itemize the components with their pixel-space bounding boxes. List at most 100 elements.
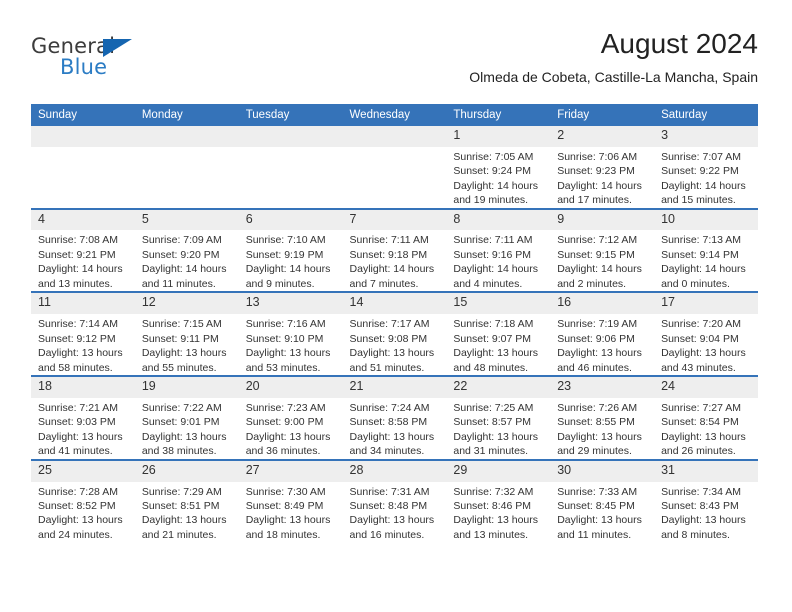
day-info-line: Daylight: 14 hours xyxy=(661,179,746,192)
day-info-line: Sunrise: 7:18 AM xyxy=(453,318,534,331)
page-header: General Blue August 2024 Olmeda de Cobet… xyxy=(31,28,758,100)
day-sun-info: Sunrise: 7:33 AM Sunset: 8:45 PM Daylight:… xyxy=(550,482,654,543)
day-info-line: Daylight: 13 hours xyxy=(453,430,539,443)
calendar-day-cell[interactable]: 5 Sunrise: 7:09 AM Sunset: 9:20 PM Daylight… xyxy=(134,207,239,293)
calendar-day-cell[interactable]: 8 Sunrise: 7:11 AM Sunset: 9:16 PM Daylight… xyxy=(446,207,551,293)
day-info-line: and 34 minutes. xyxy=(349,445,425,458)
day-number: 18 xyxy=(31,377,135,398)
day-info-line: Sunset: 8:54 PM xyxy=(661,416,739,429)
day-sun-info: Sunrise: 7:15 AM Sunset: 9:11 PM Daylight:… xyxy=(135,314,239,375)
calendar-day-cell[interactable]: 3 Sunrise: 7:07 AM Sunset: 9:22 PM Daylight… xyxy=(654,126,758,209)
day-info-line: and 16 minutes. xyxy=(349,528,425,541)
day-info-line: Daylight: 13 hours xyxy=(141,514,227,527)
calendar-day-cell[interactable]: 25 Sunrise: 7:28 AM Sunset: 8:52 PM Dayligh… xyxy=(31,458,135,543)
calendar-day-cell[interactable]: 16 Sunrise: 7:19 AM Sunset: 9:06 PM Dayligh… xyxy=(550,291,655,377)
day-number: 25 xyxy=(31,460,135,482)
calendar-day-cell[interactable]: 14 Sunrise: 7:17 AM Sunset: 9:08 PM Dayligh… xyxy=(342,291,447,377)
day-info-line: and 53 minutes. xyxy=(245,361,321,374)
calendar-day-cell[interactable]: 31 Sunrise: 7:34 AM Sunset: 8:43 PM Dayligh… xyxy=(654,458,758,543)
calendar-day-cell[interactable]: 4 Sunrise: 7:08 AM Sunset: 9:21 PM Daylight… xyxy=(31,207,135,293)
day-number: 14 xyxy=(342,293,447,315)
day-sun-info: Sunrise: 7:05 AM Sunset: 9:24 PM Daylight:… xyxy=(446,147,550,208)
day-info-line: Sunrise: 7:05 AM xyxy=(453,150,534,163)
calendar-day-cell[interactable]: 18 Sunrise: 7:21 AM Sunset: 9:03 PM Dayligh… xyxy=(31,375,135,460)
logo-text-blue: Blue xyxy=(60,55,108,79)
calendar-day-cell[interactable]: 11 Sunrise: 7:14 AM Sunset: 9:12 PM Dayligh… xyxy=(31,291,135,377)
calendar-day-cell[interactable]: 24 Sunrise: 7:27 AM Sunset: 8:54 PM Dayligh… xyxy=(654,375,758,460)
day-number: 3 xyxy=(654,126,758,147)
calendar-day-cell[interactable]: 2 Sunrise: 7:06 AM Sunset: 9:23 PM Daylight… xyxy=(550,126,655,209)
calendar-day-cell[interactable]: 6 Sunrise: 7:10 AM Sunset: 9:19 PM Daylight… xyxy=(238,207,343,293)
day-info-line: and 9 minutes. xyxy=(245,277,315,290)
day-info-line: Daylight: 13 hours xyxy=(38,347,123,360)
day-sun-info: Sunrise: 7:11 AM Sunset: 9:18 PM Daylight:… xyxy=(343,230,447,291)
day-info-line: Daylight: 14 hours xyxy=(557,263,642,276)
day-info-line: Sunset: 9:00 PM xyxy=(245,416,324,429)
calendar-day-cell[interactable]: 21 Sunrise: 7:24 AM Sunset: 8:58 PM Dayligh… xyxy=(342,375,447,460)
day-number: 7 xyxy=(342,209,447,231)
general-blue-logo[interactable]: General Blue xyxy=(31,36,231,92)
day-info-line: and 15 minutes. xyxy=(661,194,736,207)
day-number: 8 xyxy=(446,209,551,231)
day-info-line: and 55 minutes. xyxy=(141,361,217,374)
calendar-day-cell[interactable]: 19 Sunrise: 7:22 AM Sunset: 9:01 PM Dayligh… xyxy=(134,375,239,460)
weekday-header-monday: Monday xyxy=(134,104,239,126)
calendar-day-cell[interactable]: 27 Sunrise: 7:30 AM Sunset: 8:49 PM Dayligh… xyxy=(238,458,343,543)
day-info-line: Sunrise: 7:29 AM xyxy=(141,485,222,498)
day-info-line: and 29 minutes. xyxy=(557,445,632,458)
day-number: 9 xyxy=(550,209,655,231)
day-info-line: Sunset: 8:49 PM xyxy=(245,499,324,512)
day-info-line: Daylight: 13 hours xyxy=(557,347,642,360)
weekday-header-wednesday: Wednesday xyxy=(342,104,447,126)
day-info-line: Daylight: 14 hours xyxy=(453,263,539,276)
calendar-day-cell[interactable]: 15 Sunrise: 7:18 AM Sunset: 9:07 PM Dayligh… xyxy=(446,291,551,377)
day-info-line: Sunrise: 7:22 AM xyxy=(141,401,222,414)
day-info-line: Sunset: 8:52 PM xyxy=(38,499,116,512)
calendar-day-cell[interactable]: 29 Sunrise: 7:32 AM Sunset: 8:46 PM Dayligh… xyxy=(446,458,551,543)
day-info-line: and 19 minutes. xyxy=(453,194,529,207)
day-info-line: and 24 minutes. xyxy=(38,528,113,541)
day-info-line: Sunset: 9:15 PM xyxy=(557,248,635,261)
day-info-line: and 51 minutes. xyxy=(349,361,425,374)
day-info-line: Sunrise: 7:06 AM xyxy=(557,150,638,163)
calendar-day-cell[interactable]: 22 Sunrise: 7:25 AM Sunset: 8:57 PM Dayligh… xyxy=(446,375,551,460)
day-number: 10 xyxy=(654,209,758,231)
day-info-line: Daylight: 14 hours xyxy=(141,263,227,276)
day-info-line: Sunrise: 7:17 AM xyxy=(349,318,430,331)
day-info-line: and 17 minutes. xyxy=(557,194,632,207)
calendar-day-cell[interactable]: 7 Sunrise: 7:11 AM Sunset: 9:18 PM Daylight… xyxy=(342,207,447,293)
day-sun-info: Sunrise: 7:34 AM Sunset: 8:43 PM Daylight:… xyxy=(654,482,758,543)
day-info-line: Daylight: 13 hours xyxy=(557,430,642,443)
day-number: 5 xyxy=(134,209,239,231)
calendar-day-cell[interactable]: 20 Sunrise: 7:23 AM Sunset: 9:00 PM Dayligh… xyxy=(238,375,343,460)
day-number: 4 xyxy=(31,209,135,231)
day-info-line: Sunrise: 7:13 AM xyxy=(661,234,742,247)
calendar-day-cell[interactable]: 26 Sunrise: 7:29 AM Sunset: 8:51 PM Dayligh… xyxy=(134,458,239,543)
day-info-line: and 43 minutes. xyxy=(661,361,736,374)
day-info-line: and 11 minutes. xyxy=(557,528,632,541)
day-info-line: Daylight: 13 hours xyxy=(557,514,642,527)
day-info-line: Daylight: 14 hours xyxy=(38,263,123,276)
day-info-line: Sunrise: 7:23 AM xyxy=(245,401,326,414)
day-info-line: Sunset: 9:11 PM xyxy=(141,332,219,345)
day-info-line: Sunset: 9:14 PM xyxy=(661,248,739,261)
day-number xyxy=(238,126,343,147)
day-number: 22 xyxy=(446,377,551,398)
calendar-day-cell[interactable]: 10 Sunrise: 7:13 AM Sunset: 9:14 PM Dayligh… xyxy=(654,207,758,293)
day-info-line: Sunrise: 7:14 AM xyxy=(38,318,118,331)
day-number: 26 xyxy=(134,460,239,482)
calendar-day-cell[interactable]: 1 Sunrise: 7:05 AM Sunset: 9:24 PM Daylight… xyxy=(446,126,551,209)
day-info-line: and 38 minutes. xyxy=(141,445,217,458)
day-info-line: Daylight: 14 hours xyxy=(453,179,539,192)
calendar-day-cell[interactable]: 13 Sunrise: 7:16 AM Sunset: 9:10 PM Dayligh… xyxy=(238,291,343,377)
calendar-day-cell[interactable]: 12 Sunrise: 7:15 AM Sunset: 9:11 PM Dayligh… xyxy=(134,291,239,377)
calendar-day-cell[interactable]: 17 Sunrise: 7:20 AM Sunset: 9:04 PM Dayligh… xyxy=(654,291,758,377)
calendar-day-cell[interactable]: 28 Sunrise: 7:31 AM Sunset: 8:48 PM Dayligh… xyxy=(342,458,447,543)
calendar-day-cell[interactable]: 23 Sunrise: 7:26 AM Sunset: 8:55 PM Dayligh… xyxy=(550,375,655,460)
calendar-day-cell[interactable]: 30 Sunrise: 7:33 AM Sunset: 8:45 PM Dayligh… xyxy=(550,458,655,543)
day-number: 21 xyxy=(342,377,447,398)
day-info-line: Sunset: 9:23 PM xyxy=(557,165,635,178)
day-info-line: Sunset: 9:22 PM xyxy=(661,165,739,178)
calendar-day-cell[interactable]: 9 Sunrise: 7:12 AM Sunset: 9:15 PM Daylight… xyxy=(550,207,655,293)
day-sun-info: Sunrise: 7:31 AM Sunset: 8:48 PM Daylight:… xyxy=(343,482,447,543)
